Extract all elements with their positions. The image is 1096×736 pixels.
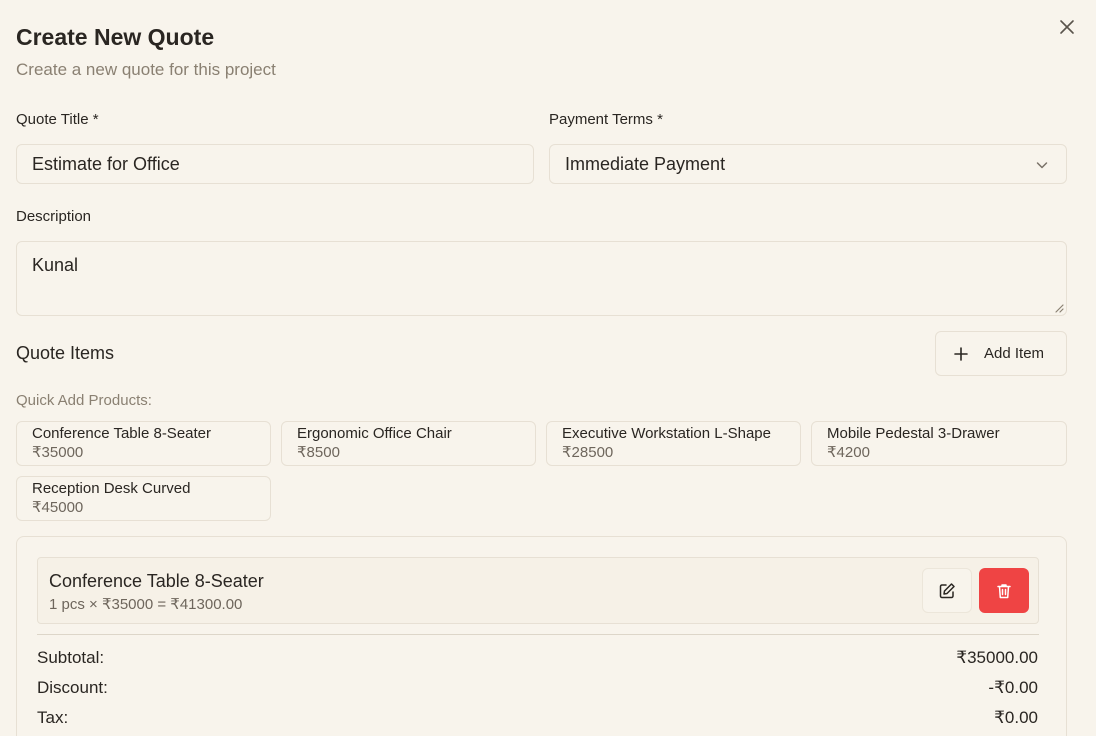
quote-items-panel: Conference Table 8-Seater 1 pcs × ₹35000…: [16, 536, 1067, 736]
close-button[interactable]: [1055, 15, 1079, 39]
dialog-title: Create New Quote: [16, 24, 215, 50]
product-price: ₹8500: [297, 444, 340, 461]
discount-value: -₹0.00: [988, 678, 1038, 697]
item-detail: 1 pcs × ₹35000 = ₹41300.00: [49, 596, 243, 613]
quick-add-product[interactable]: Executive Workstation L-Shape ₹28500: [546, 421, 801, 466]
quote-items-title: Quote Items: [16, 343, 115, 363]
plus-icon: [954, 346, 968, 361]
product-price: ₹45000: [32, 499, 84, 516]
product-price: ₹4200: [827, 444, 870, 461]
quick-add-product[interactable]: Reception Desk Curved ₹45000: [16, 476, 271, 521]
product-name: Executive Workstation L-Shape: [562, 425, 771, 442]
quick-add-label: Quick Add Products:: [16, 392, 152, 409]
payment-terms-label: Payment Terms *: [549, 111, 663, 128]
product-price: ₹28500: [562, 444, 614, 461]
summary-divider: [37, 634, 1039, 635]
dialog-subtitle: Create a new quote for this project: [16, 60, 276, 79]
tax-label: Tax:: [37, 708, 69, 727]
product-name: Ergonomic Office Chair: [297, 425, 452, 442]
chevron-down-icon: [1036, 162, 1048, 169]
quick-add-product[interactable]: Ergonomic Office Chair ₹8500: [281, 421, 536, 466]
product-name: Mobile Pedestal 3-Drawer: [827, 425, 1000, 442]
subtotal-label: Subtotal:: [37, 648, 105, 667]
discount-label: Discount:: [37, 678, 108, 697]
quick-add-product[interactable]: Mobile Pedestal 3-Drawer ₹4200: [811, 421, 1067, 466]
quote-title-value: Estimate for Office: [32, 153, 180, 174]
quote-title-input[interactable]: Estimate for Office: [16, 144, 534, 184]
payment-terms-select[interactable]: Immediate Payment: [549, 144, 1067, 184]
description-value: Kunal: [32, 255, 79, 275]
delete-item-button[interactable]: [979, 568, 1029, 613]
product-name: Conference Table 8-Seater: [32, 425, 212, 442]
edit-item-button[interactable]: [922, 568, 972, 613]
add-item-button[interactable]: Add Item: [935, 331, 1067, 376]
item-name: Conference Table 8-Seater: [49, 571, 264, 591]
resize-handle-icon[interactable]: [1054, 303, 1064, 313]
quick-add-product[interactable]: Conference Table 8-Seater ₹35000: [16, 421, 271, 466]
add-item-label: Add Item: [984, 345, 1045, 362]
trash-icon: [997, 583, 1011, 598]
tax-value: ₹0.00: [994, 708, 1038, 727]
product-name: Reception Desk Curved: [32, 480, 191, 497]
quote-item-row: Conference Table 8-Seater 1 pcs × ₹35000…: [37, 557, 1039, 624]
close-icon: [1060, 20, 1074, 34]
edit-icon: [939, 582, 955, 598]
subtotal-value: ₹35000.00: [956, 648, 1038, 667]
description-label: Description: [16, 208, 92, 225]
description-textarea[interactable]: Kunal: [16, 241, 1067, 316]
product-price: ₹35000: [32, 444, 84, 461]
quote-title-label: Quote Title *: [16, 111, 99, 128]
payment-terms-value: Immediate Payment: [565, 153, 726, 174]
